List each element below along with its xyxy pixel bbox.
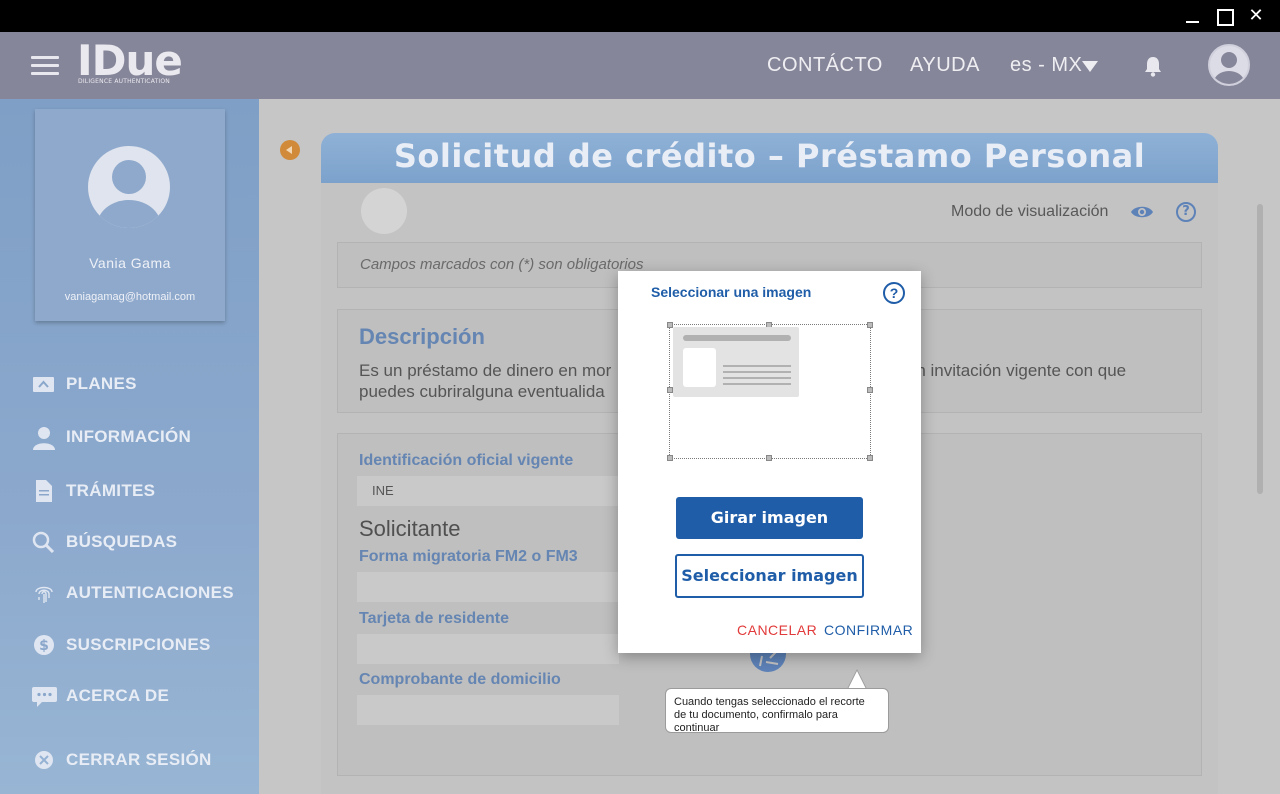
chevron-down-icon[interactable] — [1082, 61, 1098, 72]
id-card-image — [673, 327, 799, 397]
close-window-button[interactable]: ✕ — [1246, 6, 1266, 26]
id-select[interactable] — [357, 476, 619, 506]
address-upload-field[interactable] — [357, 695, 619, 725]
user-avatar-icon[interactable] — [1208, 44, 1250, 86]
section-title: Solicitante — [359, 516, 461, 541]
app-header: IDue DILIGENCE AUTHENTICATION CONTÁCTO A… — [0, 32, 1280, 99]
rotate-image-button[interactable]: Girar imagen — [676, 497, 863, 539]
sidebar-item-label: BÚSQUEDAS — [66, 532, 178, 551]
crop-handle[interactable] — [867, 322, 873, 328]
sidebar-item-cerrar-sesion[interactable]: CERRAR SESIÓN — [32, 746, 252, 774]
scrollbar[interactable] — [1257, 204, 1263, 494]
confirm-button[interactable]: CONFIRMAR — [824, 622, 913, 638]
close-circle-icon — [32, 749, 56, 771]
document-icon — [32, 480, 56, 502]
crop-handle[interactable] — [867, 387, 873, 393]
sidebar-item-busquedas[interactable]: BÚSQUEDAS — [32, 528, 252, 556]
minimize-window-button[interactable] — [1183, 6, 1203, 26]
sidebar-item-suscripciones[interactable]: $ SUSCRIPCIONES — [32, 631, 252, 659]
sidebar-item-label: PLANES — [66, 374, 137, 393]
window-titlebar: ✕ — [0, 0, 1280, 32]
sidebar-item-label: SUSCRIPCIONES — [66, 635, 211, 654]
bell-icon[interactable] — [1143, 55, 1163, 77]
plans-icon — [32, 373, 56, 395]
cancel-button[interactable]: CANCELAR — [737, 622, 817, 638]
sidebar-item-label: CERRAR SESIÓN — [66, 750, 212, 769]
help-icon[interactable]: ? — [883, 282, 905, 304]
profile-email: vaniagamag@hotmail.com — [64, 291, 196, 303]
nav-ayuda-link[interactable]: AYUDA — [910, 54, 980, 77]
step-indicator — [361, 188, 407, 234]
eye-icon[interactable] — [1130, 203, 1154, 221]
tooltip-arrow-inner — [848, 671, 866, 689]
description-line-2: puedes cubriralguna eventualida — [359, 382, 605, 401]
dialog-title: Seleccionar una imagen — [651, 284, 812, 300]
id-select-value: INE — [372, 483, 394, 498]
crop-handle[interactable] — [667, 455, 673, 461]
maximize-window-button[interactable] — [1214, 6, 1234, 26]
select-image-button[interactable]: Seleccionar imagen — [675, 554, 864, 598]
resident-upload-field[interactable] — [357, 634, 619, 664]
sidebar-item-planes[interactable]: PLANES — [32, 370, 252, 398]
sidebar-item-tramites[interactable]: TRÁMITES — [32, 477, 252, 505]
select-image-dialog: Seleccionar una imagen ? Girar imagen Se… — [618, 271, 921, 653]
sidebar-item-label: TRÁMITES — [66, 481, 156, 500]
description-line-1-right: n invitación vigente con que — [916, 361, 1127, 380]
resident-field-label: Tarjeta de residente — [359, 610, 509, 627]
brand-logo: IDue DILIGENCE AUTHENTICATION — [77, 36, 187, 90]
sidebar-item-label: ACERCA DE — [66, 686, 170, 705]
address-field-label: Comprobante de domicilio — [359, 671, 561, 688]
avatar — [88, 146, 170, 228]
language-select[interactable]: es - MX — [1010, 54, 1082, 77]
sidebar-item-autenticaciones[interactable]: AUTENTICACIONES — [32, 579, 252, 607]
sidebar-item-label: AUTENTICACIONES — [66, 583, 234, 602]
profile-card: Vania Gama vaniagamag@hotmail.com — [35, 109, 225, 321]
search-icon — [32, 531, 56, 554]
required-note: Campos marcados con (*) son obligatorios — [360, 256, 644, 273]
fingerprint-icon — [32, 582, 56, 604]
help-icon[interactable]: ? — [1176, 202, 1196, 222]
crop-handle[interactable] — [667, 322, 673, 328]
crop-handle[interactable] — [766, 455, 772, 461]
id-field-label: Identificación oficial vigente — [359, 452, 574, 469]
nav-contacto-link[interactable]: CONTÁCTO — [767, 54, 883, 77]
confirm-tooltip: Cuando tengas seleccionado el recorte de… — [665, 688, 889, 734]
user-icon — [32, 426, 56, 450]
sidebar-item-label: INFORMACIÓN — [66, 427, 192, 446]
crop-handle[interactable] — [867, 455, 873, 461]
sidebar-item-informacion[interactable]: INFORMACIÓN — [32, 423, 252, 451]
svg-text:$: $ — [39, 638, 49, 654]
fm-field-label: Forma migratoria FM2 o FM3 — [359, 548, 578, 565]
chat-icon — [32, 685, 57, 707]
description-title: Descripción — [359, 324, 485, 349]
dollar-icon: $ — [32, 634, 56, 656]
view-mode-label: Modo de visualización — [951, 203, 1109, 220]
description-line-1: Es un préstamo de dinero en mor — [359, 361, 612, 380]
collapse-sidebar-button[interactable] — [280, 140, 300, 160]
panel-header: Solicitud de crédito – Préstamo Personal — [321, 133, 1218, 183]
page-title: Solicitud de crédito – Préstamo Personal — [393, 137, 1146, 175]
menu-icon[interactable] — [31, 56, 59, 76]
fm-upload-field[interactable] — [357, 572, 619, 602]
logo-subtitle: DILIGENCE AUTHENTICATION — [78, 78, 170, 85]
sidebar-item-acerca-de[interactable]: ACERCA DE — [32, 682, 252, 710]
profile-name: Vania Gama — [89, 255, 171, 271]
